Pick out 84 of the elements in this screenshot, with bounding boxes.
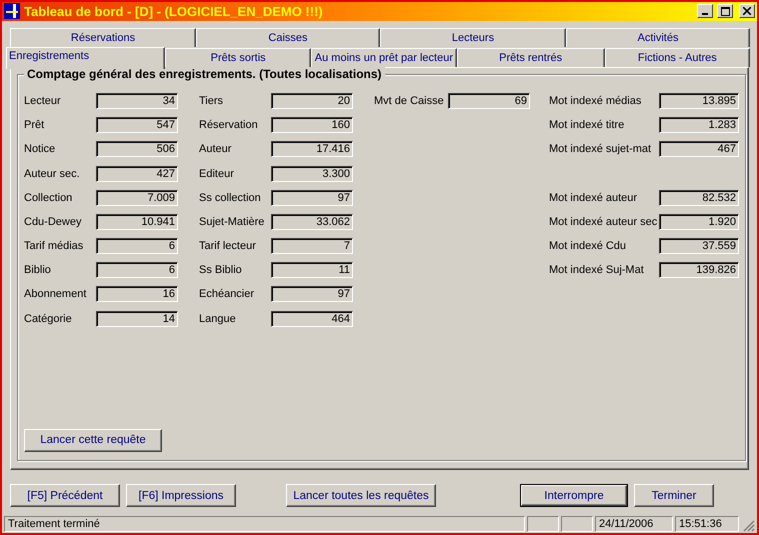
maximize-button[interactable]: [717, 4, 733, 18]
window-title: Tableau de bord - [D] - (LOGICIEL_EN_DEMO !!!): [24, 4, 324, 19]
count-field: 20: [271, 92, 353, 109]
field-label: Echéancier: [199, 288, 256, 300]
count-field: 97: [271, 190, 353, 206]
action-button[interactable]: Terminer: [634, 484, 714, 508]
action-button[interactable]: Lancer toutes les requêtes: [286, 484, 436, 508]
tab[interactable]: Prêts sortis: [165, 48, 312, 67]
action-button[interactable]: [F6] Impressions: [126, 484, 236, 508]
count-field: 7: [271, 238, 353, 254]
count-field: 82.532: [658, 190, 739, 206]
field-label: Notice: [24, 143, 56, 156]
status-time: 15:51:36: [675, 516, 739, 532]
field-label: Collection: [24, 192, 74, 204]
field-label: Abonnement: [24, 288, 88, 300]
count-field: 1.283: [658, 117, 739, 134]
count-field: 33.062: [271, 214, 353, 230]
field-label: Biblio: [24, 264, 52, 276]
field-label: Auteur sec.: [24, 168, 81, 180]
status-message: Traitement terminé: [4, 516, 525, 532]
action-button[interactable]: [F5] Précédent: [10, 484, 120, 508]
field-label: Langue: [199, 312, 237, 325]
count-field: 14: [96, 310, 178, 327]
tab[interactable]: Enregistrements: [6, 46, 166, 69]
resize-grip-icon: [741, 518, 755, 532]
count-field: 34: [96, 92, 178, 109]
field-label: Tarif médias: [24, 240, 84, 252]
count-field: 37.559: [658, 238, 739, 254]
field-label: Prêt: [24, 119, 46, 132]
count-field: 13.895: [658, 92, 739, 109]
field-label: Mot indexé titre: [549, 119, 626, 132]
field-label: Sujet-Matière: [199, 216, 266, 228]
app-icon: [4, 3, 20, 20]
field-label: Ss Biblio: [199, 264, 243, 276]
count-field: 1.920: [658, 214, 739, 230]
tab[interactable]: Prêts rentrés: [456, 48, 605, 67]
close-button[interactable]: [739, 4, 755, 18]
field-label: Lecteur: [24, 94, 62, 107]
count-field: 6: [96, 238, 178, 254]
count-field: 467: [658, 141, 739, 158]
status-pane: [561, 516, 593, 532]
count-field: 506: [96, 141, 178, 158]
field-label: Mvt de Caisse: [374, 94, 445, 107]
field-label: Mot indexé Suj-Mat: [549, 264, 645, 276]
count-field: 3.300: [271, 166, 353, 182]
count-field: 7.009: [96, 190, 178, 206]
field-label: Tiers: [199, 94, 224, 107]
count-field: 69: [448, 92, 530, 109]
field-label: Mot indexé médias: [549, 94, 642, 107]
maximize-icon: [720, 6, 730, 16]
field-label: Catégorie: [24, 312, 73, 325]
count-field: 464: [271, 310, 353, 327]
field-label: Auteur: [199, 143, 232, 156]
field-label: Ss collection: [199, 192, 262, 204]
close-icon: [743, 7, 751, 16]
field-label: Mot indexé auteur sec: [549, 216, 658, 228]
tab[interactable]: Activités: [566, 28, 750, 47]
count-field: 11: [271, 262, 353, 278]
count-field: 97: [271, 286, 353, 302]
field-label: Tarif lecteur: [199, 240, 257, 252]
status-date: 24/11/2006: [595, 516, 673, 532]
tab[interactable]: Caisses: [196, 28, 380, 47]
count-field: 547: [96, 117, 178, 134]
count-field: 17.416: [271, 141, 353, 158]
tab[interactable]: Au moins un prêt par lecteur: [311, 48, 457, 67]
count-field: 10.941: [96, 214, 178, 230]
run-query-button[interactable]: Lancer cette requête: [24, 428, 162, 452]
field-label: Réservation: [199, 119, 259, 132]
tab[interactable]: Lecteurs: [380, 28, 566, 47]
field-label: Mot indexé Cdu: [549, 240, 628, 252]
count-field: 139.826: [658, 262, 739, 278]
field-label: Cdu-Dewey: [24, 216, 82, 228]
count-field: 16: [96, 286, 178, 302]
count-field: 427: [96, 166, 178, 182]
status-pane: [527, 516, 559, 532]
field-label: Mot indexé sujet-mat: [549, 143, 652, 156]
tab[interactable]: Fictions - Autres: [604, 48, 750, 67]
action-button[interactable]: Interrompre: [520, 484, 628, 508]
tab[interactable]: Réservations: [10, 28, 196, 47]
field-label: Editeur: [199, 168, 235, 180]
field-label: Mot indexé auteur: [549, 192, 638, 204]
minimize-button[interactable]: [697, 4, 713, 18]
count-field: 6: [96, 262, 178, 278]
count-field: 160: [271, 117, 353, 134]
